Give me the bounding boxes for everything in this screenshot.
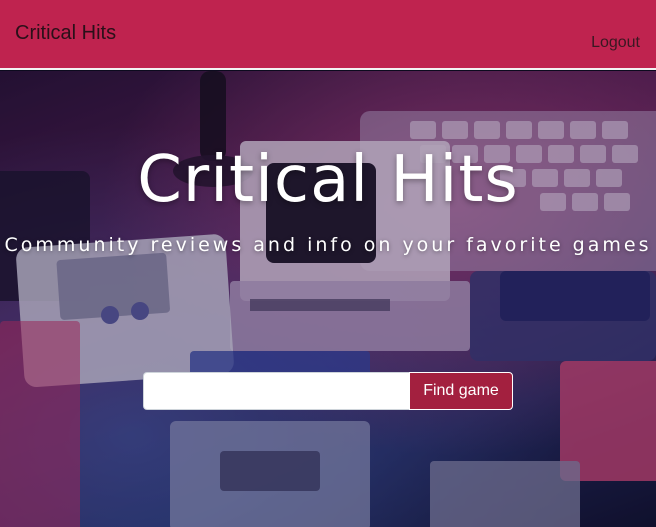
top-navbar: Critical Hits Logout [0, 0, 656, 70]
hero-title: Critical Hits [137, 143, 519, 217]
brand-link[interactable]: Critical Hits [15, 22, 116, 45]
find-game-button[interactable]: Find game [409, 372, 513, 410]
hero-banner: Critical Hits Community reviews and info… [0, 71, 656, 527]
game-search-form: Find game [143, 372, 513, 410]
retro-consoles-background-image [0, 71, 656, 527]
hero-subtitle: Community reviews and info on your favor… [4, 234, 652, 256]
logout-link[interactable]: Logout [591, 34, 640, 52]
game-search-input[interactable] [143, 372, 411, 410]
